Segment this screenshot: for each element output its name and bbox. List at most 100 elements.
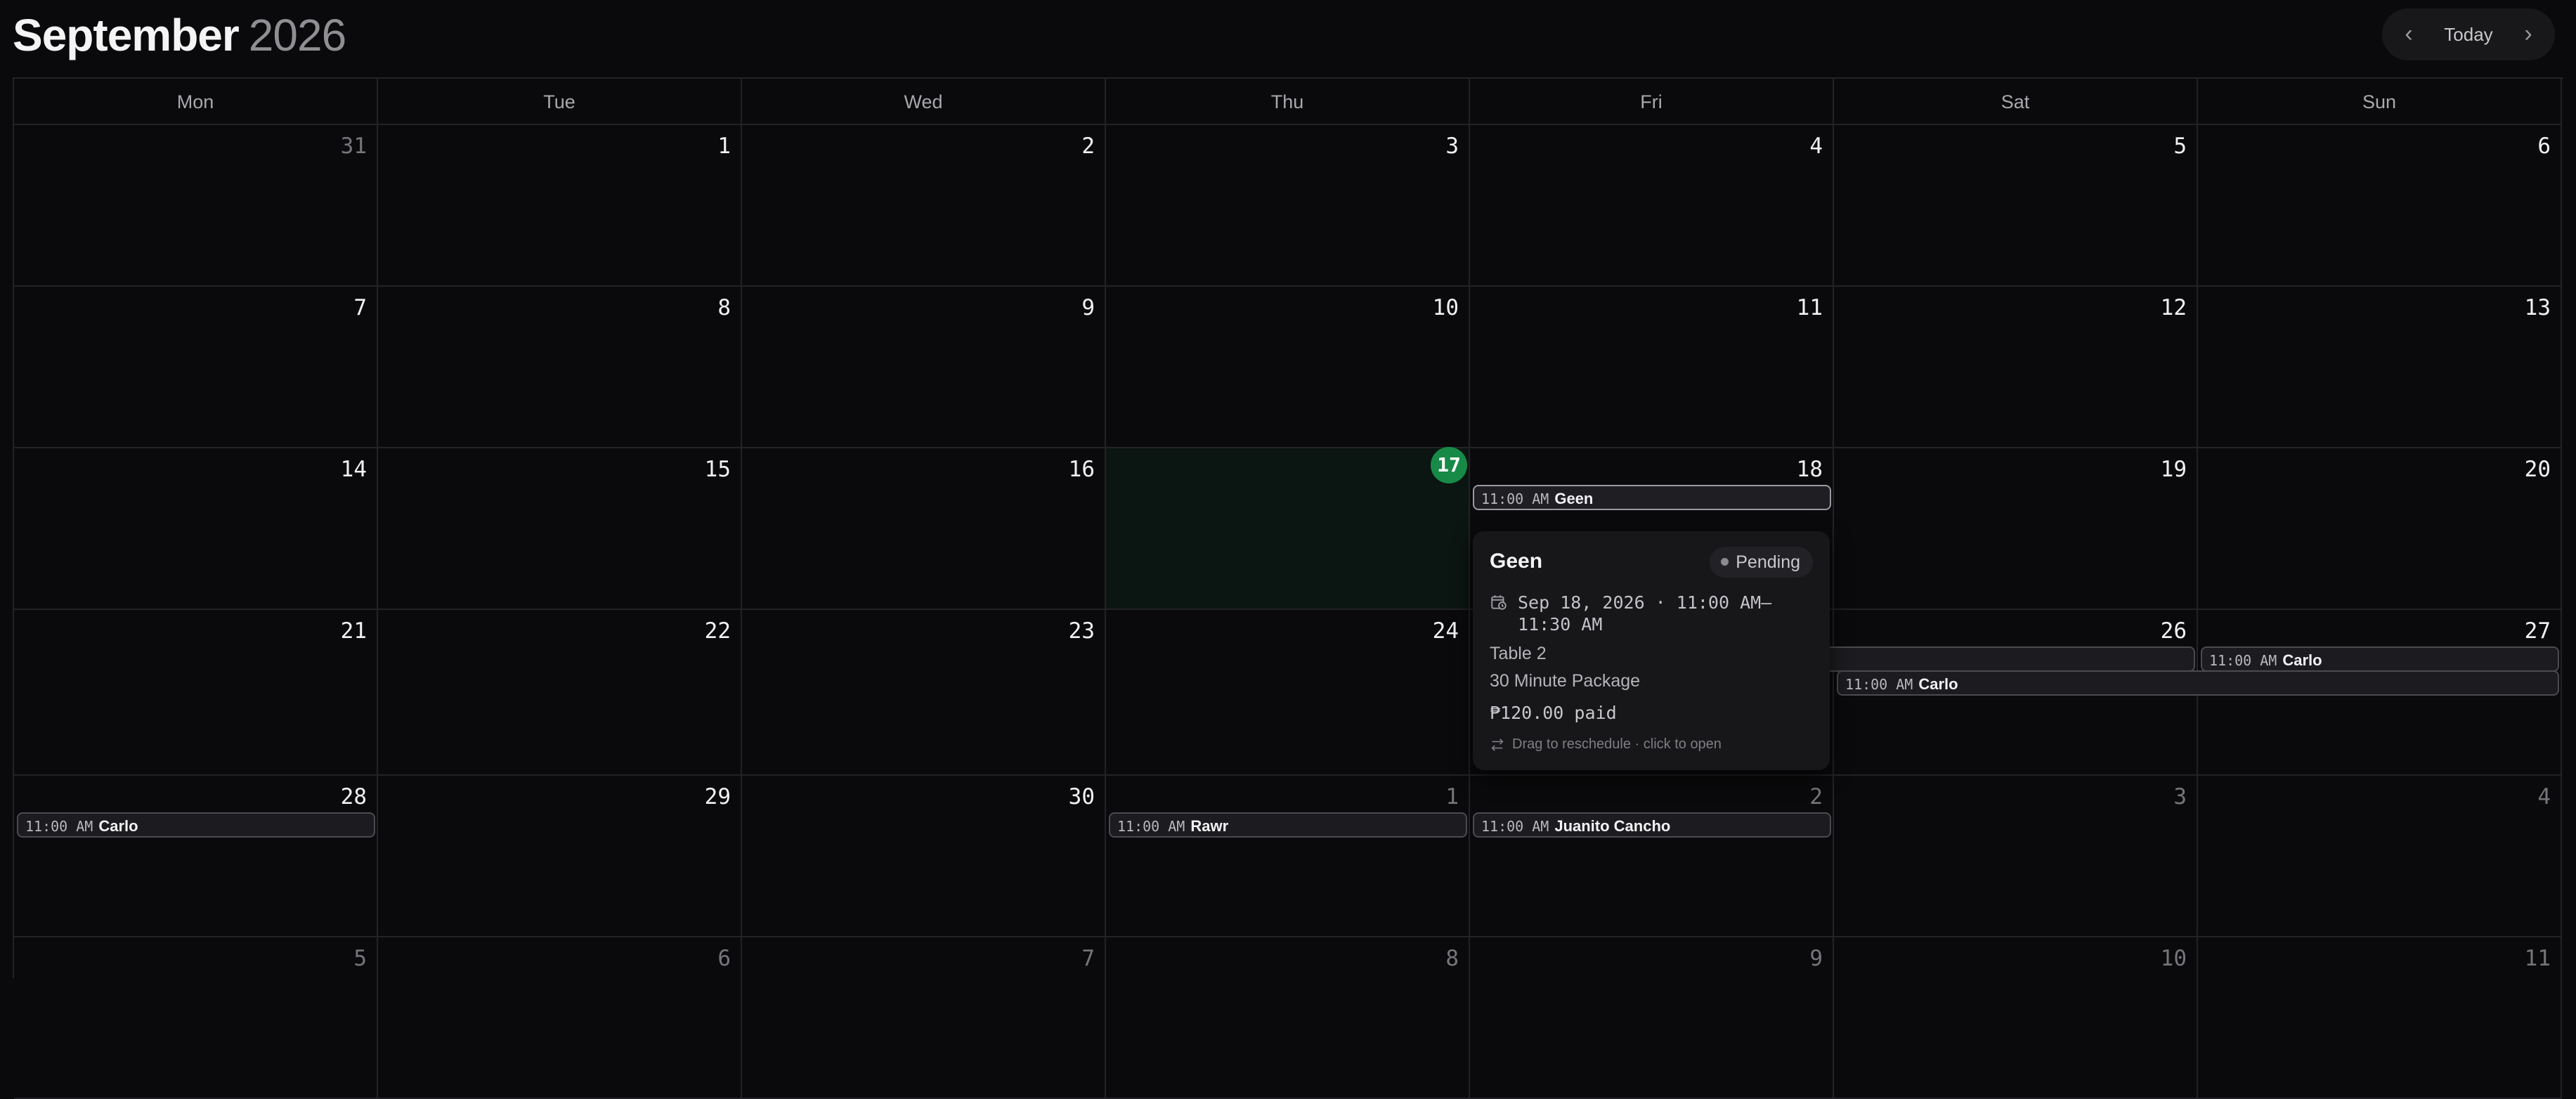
day-cell[interactable]: 9 xyxy=(1470,937,1834,1099)
day-cell[interactable]: 8 xyxy=(1106,937,1470,1099)
date-number: 26 xyxy=(2160,618,2187,644)
day-cell[interactable]: 10 xyxy=(1834,937,2198,1099)
popover-hint-text: Drag to reschedule · click to open xyxy=(1512,736,1722,752)
date-number: 3 xyxy=(1445,134,1459,159)
weekday-header-thu: Thu xyxy=(1106,79,1470,125)
day-cell[interactable]: 1 xyxy=(378,125,742,287)
date-number: 2 xyxy=(1081,134,1095,159)
event-chip[interactable]: 11:00 AM Carlo xyxy=(17,812,375,838)
page-title: September 2026 xyxy=(13,10,346,60)
day-cell[interactable]: 11 xyxy=(1470,287,1834,448)
today-button[interactable]: Today xyxy=(2431,8,2506,60)
date-number: 4 xyxy=(1809,134,1823,159)
date-number: 29 xyxy=(704,784,731,809)
chevron-right-icon: › xyxy=(2524,20,2532,47)
day-cell[interactable]: 12 xyxy=(1834,287,2198,448)
day-cell[interactable]: 31 xyxy=(14,125,378,287)
date-number: 7 xyxy=(353,295,367,320)
day-cell[interactable]: 1 xyxy=(1106,776,1470,937)
day-cell[interactable]: 24 xyxy=(1106,610,1470,776)
event-time: 11:00 AM xyxy=(1845,676,1913,693)
day-cell[interactable]: 11 xyxy=(2198,937,2562,1099)
day-cell[interactable]: 8 xyxy=(378,287,742,448)
date-number: 8 xyxy=(717,295,731,320)
day-cell[interactable]: 13 xyxy=(2198,287,2562,448)
event-name: Carlo xyxy=(2282,651,2322,669)
calendar-clock-icon xyxy=(1491,595,1507,610)
date-number: 20 xyxy=(2524,457,2551,482)
day-cell[interactable]: 4 xyxy=(2198,776,2562,937)
event-name: Geen xyxy=(1554,490,1594,507)
date-number: 11 xyxy=(2524,946,2551,971)
day-cell[interactable]: 3 xyxy=(1106,125,1470,287)
date-number: 12 xyxy=(2160,295,2187,320)
date-number: 1 xyxy=(1445,784,1459,809)
date-number: 18 xyxy=(1796,457,1823,482)
previous-month-button[interactable]: ‹ xyxy=(2388,8,2430,60)
weekday-header-wed: Wed xyxy=(742,79,1106,125)
day-cell[interactable]: 3 xyxy=(1834,776,2198,937)
event-chip[interactable]: 11:00 AM Carlo xyxy=(2201,646,2559,672)
date-number: 15 xyxy=(704,457,731,482)
event-chip[interactable]: 11:00 AM Geen xyxy=(1473,485,1831,510)
calendar-header: September 2026 ‹ Today › xyxy=(13,0,2563,70)
day-cell[interactable]: 17 xyxy=(1106,447,1470,610)
weekday-header-mon: Mon xyxy=(14,79,378,125)
swap-arrows-icon xyxy=(1491,738,1504,751)
popover-table: Table 2 xyxy=(1490,644,1547,663)
date-number: 5 xyxy=(2173,134,2187,159)
popover-date: Sep 18, 2026 · 11:00 AM–11:30 AM xyxy=(1518,592,1772,635)
weekday-header-sun: Sun xyxy=(2198,79,2562,125)
day-cell[interactable]: 16 xyxy=(742,448,1106,610)
day-cell[interactable]: 2 xyxy=(1470,776,1834,937)
event-time: 11:00 AM xyxy=(1481,818,1549,835)
date-number: 8 xyxy=(1445,946,1459,971)
date-number: 16 xyxy=(1068,457,1095,482)
day-cell[interactable]: 4 xyxy=(1470,125,1834,287)
day-cell[interactable]: 22 xyxy=(378,610,742,776)
day-cell[interactable]: 7 xyxy=(742,937,1106,1099)
event-chip[interactable]: 11:00 AM Juanito Cancho xyxy=(1473,812,1831,838)
date-number: 9 xyxy=(1081,295,1095,320)
popover-paid-amount: ₱120.00 paid xyxy=(1490,703,1617,723)
month-navigation: ‹ Today › xyxy=(2382,8,2555,60)
day-cell[interactable]: 6 xyxy=(2198,125,2562,287)
next-month-button[interactable]: › xyxy=(2507,8,2549,60)
event-chip[interactable]: 11:00 AM Carlo xyxy=(1837,670,2559,696)
date-number: 19 xyxy=(2160,457,2187,482)
event-time: 11:00 AM xyxy=(1481,490,1549,507)
day-cell[interactable]: 9 xyxy=(742,287,1106,448)
date-number: 30 xyxy=(1068,784,1095,809)
weekday-header-tue: Tue xyxy=(378,79,742,125)
weekday-header-fri: Fri xyxy=(1470,79,1834,125)
year-label: 2026 xyxy=(248,10,346,60)
date-number: 31 xyxy=(340,134,367,159)
day-cell[interactable]: 10 xyxy=(1106,287,1470,448)
weekday-header-sat: Sat xyxy=(1834,79,2198,125)
event-chip[interactable]: 11:00 AM Rawr xyxy=(1109,812,1467,838)
day-cell[interactable]: 7 xyxy=(14,287,378,448)
popover-package: 30 Minute Package xyxy=(1490,671,1641,691)
day-cell[interactable]: 19 xyxy=(1834,448,2198,610)
day-cell[interactable]: 28 xyxy=(14,776,378,937)
event-name: Carlo xyxy=(98,817,138,835)
event-time: 11:00 AM xyxy=(2209,652,2277,669)
day-cell[interactable]: 5 xyxy=(1834,125,2198,287)
event-popover[interactable]: Geen Pending Sep 18, 2026 · 11:00 AM–11:… xyxy=(1473,531,1830,770)
date-number: 21 xyxy=(340,618,367,644)
day-cell[interactable]: 20 xyxy=(2198,448,2562,610)
day-cell[interactable]: 30 xyxy=(742,776,1106,937)
day-cell[interactable]: 6 xyxy=(378,937,742,1099)
popover-event-name: Geen xyxy=(1490,550,1543,573)
day-cell[interactable]: 14 xyxy=(14,448,378,610)
day-cell[interactable]: 2 xyxy=(742,125,1106,287)
date-number: 27 xyxy=(2524,618,2551,644)
day-cell[interactable]: 15 xyxy=(378,448,742,610)
day-cell[interactable]: 21 xyxy=(14,610,378,776)
status-badge: Pending xyxy=(1710,547,1813,578)
day-cell[interactable]: 23 xyxy=(742,610,1106,776)
date-number: 1 xyxy=(717,134,731,159)
day-cell[interactable]: 5 xyxy=(14,937,378,1099)
date-number: 10 xyxy=(2160,946,2187,971)
day-cell[interactable]: 29 xyxy=(378,776,742,937)
